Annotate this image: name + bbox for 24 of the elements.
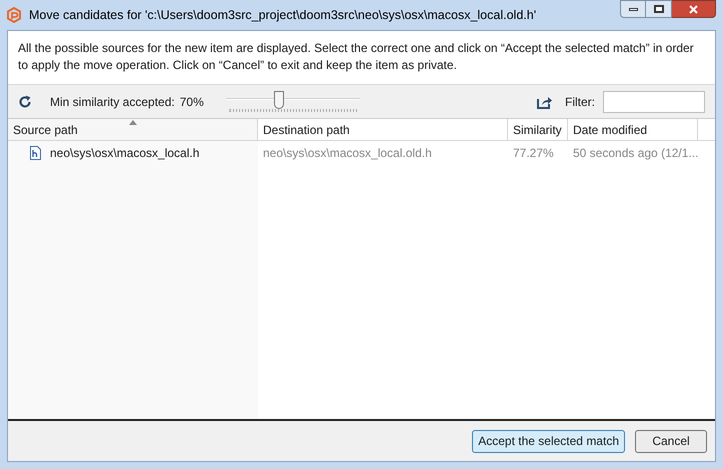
close-icon <box>689 4 698 14</box>
similarity-label: Min similarity accepted: <box>50 94 175 110</box>
column-header[interactable]: Source path <box>8 119 258 140</box>
window-title: Move candidates for 'c:\Users\doom3src_project\doom3src\neo\sys\osx\macosx_local.old.h' <box>29 6 536 24</box>
sort-arrow-icon <box>128 120 136 125</box>
cancel-button[interactable]: Cancel <box>635 430 707 452</box>
accept-button[interactable]: Accept the selected match <box>472 430 625 452</box>
app-logo-icon <box>7 7 21 23</box>
export-icon[interactable] <box>537 94 553 108</box>
close-button[interactable] <box>672 0 716 18</box>
source-path-cell-text: neo\sys\osx\macosx_local.h <box>50 145 200 162</box>
destination-path-cell-text: neo\sys\osx\macosx_local.old.h <box>262 145 433 162</box>
similarity-value: 70% <box>180 94 204 110</box>
similarity-cell-text: 77.27% <box>512 145 555 162</box>
filter-field[interactable] <box>603 90 705 112</box>
header-file-icon <box>30 146 41 160</box>
maximize-button[interactable] <box>646 0 672 18</box>
slider-thumb[interactable] <box>274 90 284 108</box>
minimize-button[interactable] <box>620 0 646 18</box>
filter-label: Filter: <box>565 94 595 110</box>
refresh-icon[interactable] <box>18 94 32 108</box>
description-text: All the possible sources for the new item are displayed. Select the correct one and click on “Accept the selected match” in order to apply the move operation. Click on “Cancel” to exit and keep the item as private. <box>18 40 695 74</box>
date-modified-cell-text: 50 seconds ago (12/1... <box>572 145 698 162</box>
similarity-slider[interactable] <box>226 90 360 112</box>
